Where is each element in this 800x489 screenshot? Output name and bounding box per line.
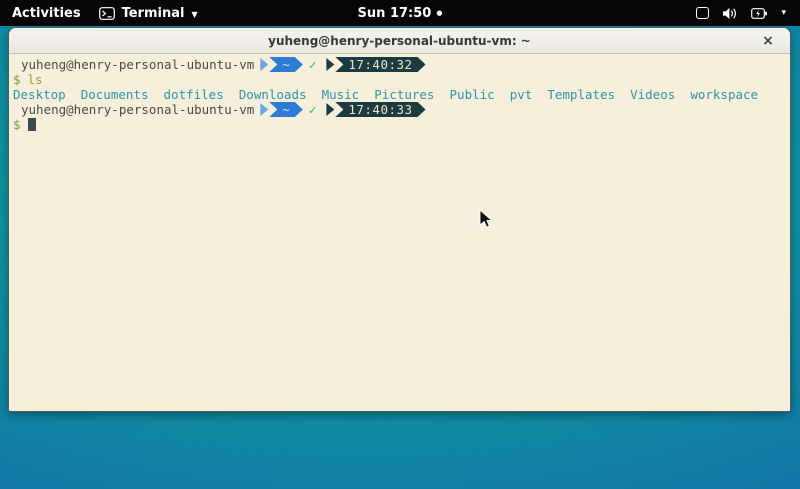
directory-name: Downloads (239, 87, 307, 102)
prompt-user-host: yuheng@henry-personal-ubuntu-vm (21, 102, 254, 117)
ls-output: Desktop Documents dotfiles Downloads Music Pi… (13, 87, 790, 102)
battery-charging-icon[interactable] (751, 7, 768, 20)
text-cursor (28, 118, 36, 131)
directory-name: pvt (510, 87, 533, 102)
app-menu-button[interactable]: Terminal ▼ (99, 6, 198, 21)
command-line: $ (13, 117, 790, 132)
powerline-arrow-icon (260, 58, 268, 71)
top-bar: Activities Terminal ▼ Sun 17:50 ● (0, 0, 800, 26)
system-status-area[interactable]: ▾ (696, 0, 800, 26)
terminal-content[interactable]: yuheng@henry-personal-ubuntu-vm ~ ✓ 17:4… (9, 54, 790, 411)
window-titlebar[interactable]: yuheng@henry-personal-ubuntu-vm: ~ × (9, 28, 790, 54)
directory-name: Documents (81, 87, 149, 102)
window-title: yuheng@henry-personal-ubuntu-vm: ~ (268, 34, 531, 48)
prompt-cwd-segment: ~ (269, 102, 303, 117)
powerline-arrow-icon (326, 58, 334, 71)
powerline-arrow-icon (326, 103, 334, 116)
directory-name: Public (450, 87, 495, 102)
volume-icon[interactable] (722, 7, 738, 20)
status-check-icon: ✓ (309, 57, 317, 72)
terminal-app-icon (99, 7, 115, 20)
prompt-line: yuheng@henry-personal-ubuntu-vm ~ ✓ 17:4… (13, 102, 790, 117)
chevron-down-icon: ▼ (191, 10, 197, 19)
prompt-time-segment: 17:40:33 (335, 102, 425, 117)
screen-share-icon[interactable] (696, 7, 709, 19)
directory-name: dotfiles (164, 87, 224, 102)
clock-label[interactable]: Sun 17:50 (358, 6, 432, 21)
prompt-cwd-segment: ~ (269, 57, 303, 72)
directory-name: workspace (690, 87, 758, 102)
directory-name: Templates (547, 87, 615, 102)
app-menu-label: Terminal (122, 6, 185, 21)
directory-name: Music (322, 87, 360, 102)
typed-command: ls (28, 72, 43, 87)
directory-name: Desktop (13, 87, 66, 102)
prompt-symbol: $ (13, 72, 21, 87)
activities-button[interactable]: Activities (12, 6, 81, 21)
prompt-time-segment: 17:40:32 (335, 57, 425, 72)
status-check-icon: ✓ (309, 102, 317, 117)
prompt-user-host: yuheng@henry-personal-ubuntu-vm (21, 57, 254, 72)
system-menu-caret-icon[interactable]: ▾ (781, 8, 786, 18)
powerline-arrow-icon (260, 103, 268, 116)
terminal-window: yuheng@henry-personal-ubuntu-vm: ~ × yuh… (8, 27, 791, 412)
prompt-symbol: $ (13, 117, 21, 132)
prompt-line: yuheng@henry-personal-ubuntu-vm ~ ✓ 17:4… (13, 57, 790, 72)
directory-name: Videos (630, 87, 675, 102)
directory-name: Pictures (374, 87, 434, 102)
notification-dot-icon: ● (436, 9, 442, 17)
command-line: $ ls (13, 72, 790, 87)
close-icon[interactable]: × (756, 28, 780, 54)
